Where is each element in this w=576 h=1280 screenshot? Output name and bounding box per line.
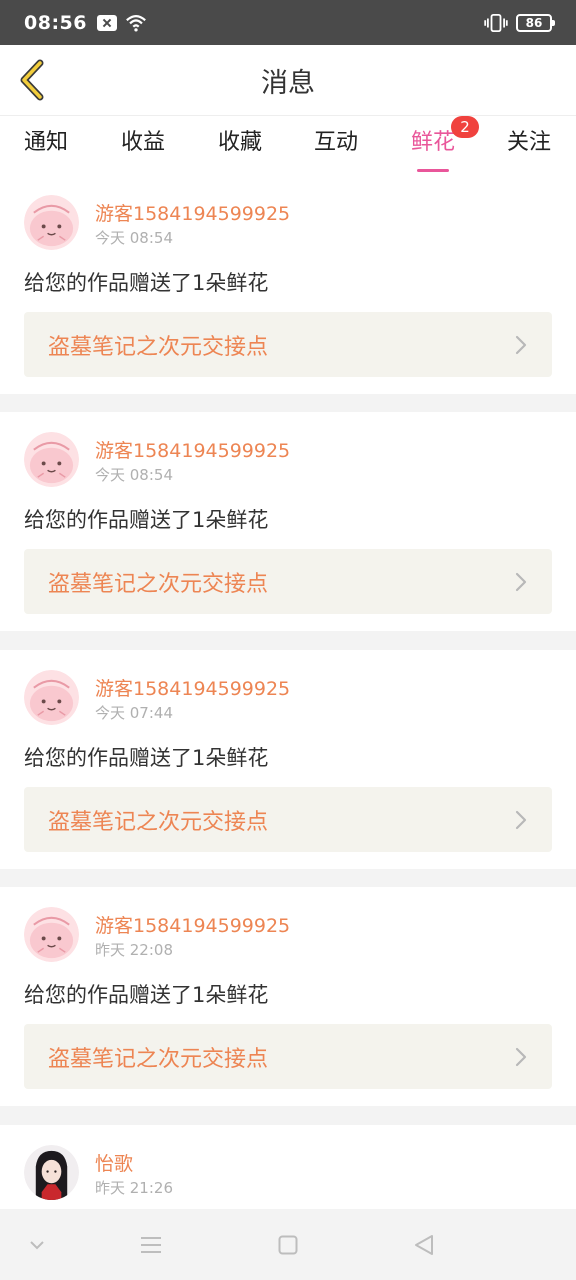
message-time: 今天 08:54 [95, 466, 173, 484]
work-title: 盗墓笔记之次元交接点 [48, 809, 269, 835]
status-bar: 08:56 86 [0, 0, 576, 45]
message-card: 游客1584194599925 今天 08:54 给您的作品赠送了1朵鲜花 盗墓… [0, 412, 576, 631]
vibrate-icon [484, 13, 508, 32]
tab-earnings[interactable]: 收益 [121, 124, 165, 168]
work-title: 盗墓笔记之次元交接点 [48, 571, 269, 597]
tab-favorites[interactable]: 收藏 [218, 124, 262, 168]
battery-level: 86 [525, 15, 543, 30]
message-card: 游客1584194599925 今天 08:54 给您的作品赠送了1朵鲜花 盗墓… [0, 175, 576, 394]
nav-collapse-button[interactable] [19, 1227, 55, 1263]
message-text: 给您的作品赠送了1朵鲜花 [24, 508, 269, 532]
back-button[interactable] [12, 55, 52, 105]
tab-label: 通知 [23, 130, 69, 155]
tab-interactions[interactable]: 互动 [314, 124, 358, 168]
work-title: 盗墓笔记之次元交接点 [48, 1046, 269, 1072]
nav-back-button[interactable] [406, 1227, 442, 1263]
system-nav-bar [0, 1209, 576, 1280]
status-time: 08:56 [24, 11, 87, 34]
wifi-icon [126, 14, 146, 32]
tab-label: 收藏 [217, 130, 263, 155]
nav-menu-button[interactable] [133, 1227, 169, 1263]
app-root: 08:56 86 消息 通知 收益 收藏 互动 鲜花 2 关注 游客158419… [0, 0, 576, 1280]
tab-label: 互动 [313, 130, 359, 155]
work-title: 盗墓笔记之次元交接点 [48, 334, 269, 360]
chevron-right-icon [515, 572, 527, 591]
notification-icon [96, 14, 117, 31]
message-text: 给您的作品赠送了1朵鲜花 [24, 746, 269, 770]
unread-badge: 2 [450, 116, 479, 138]
tab-label: 关注 [506, 130, 552, 155]
message-text: 给您的作品赠送了1朵鲜花 [24, 983, 269, 1007]
tab-following[interactable]: 关注 [507, 124, 551, 168]
page-title: 消息 [261, 67, 315, 99]
work-link[interactable]: 盗墓笔记之次元交接点 [24, 1024, 552, 1089]
sender-name[interactable]: 游客1584194599925 [95, 436, 290, 463]
work-link[interactable]: 盗墓笔记之次元交接点 [24, 787, 552, 852]
tab-label: 收益 [120, 130, 166, 155]
message-time: 昨天 21:26 [95, 1179, 173, 1197]
sender-name[interactable]: 游客1584194599925 [95, 199, 290, 226]
nav-home-button[interactable] [270, 1227, 306, 1263]
chevron-right-icon [515, 810, 527, 829]
sender-name[interactable]: 游客1584194599925 [95, 674, 290, 701]
home-square-icon [278, 1235, 298, 1255]
user-avatar[interactable] [24, 1145, 79, 1200]
battery-icon: 86 [516, 13, 555, 32]
guest-avatar[interactable] [24, 907, 79, 962]
message-text: 给您的作品赠送了1朵鲜花 [24, 271, 269, 295]
guest-avatar[interactable] [24, 195, 79, 250]
active-tab-indicator [416, 169, 449, 172]
header: 消息 [0, 45, 576, 115]
back-arrow-icon [20, 59, 44, 101]
chevron-right-icon [515, 1047, 527, 1066]
status-right: 86 [484, 13, 555, 32]
guest-avatar[interactable] [24, 432, 79, 487]
work-link[interactable]: 盗墓笔记之次元交接点 [24, 549, 552, 614]
chevron-right-icon [515, 335, 527, 354]
tab-label: 鲜花 [410, 130, 456, 155]
sender-name[interactable]: 怡歌 [95, 1149, 133, 1176]
message-card: 游客1584194599925 今天 07:44 给您的作品赠送了1朵鲜花 盗墓… [0, 650, 576, 869]
guest-avatar[interactable] [24, 670, 79, 725]
message-card: 游客1584194599925 昨天 22:08 给您的作品赠送了1朵鲜花 盗墓… [0, 887, 576, 1106]
chevron-down-icon [30, 1241, 44, 1250]
message-time: 今天 08:54 [95, 229, 173, 247]
tab-bar: 通知 收益 收藏 互动 鲜花 2 关注 [0, 115, 576, 175]
message-time: 今天 07:44 [95, 704, 173, 722]
tab-notice[interactable]: 通知 [24, 124, 68, 168]
work-link[interactable]: 盗墓笔记之次元交接点 [24, 312, 552, 377]
tab-flowers[interactable]: 鲜花 2 [410, 116, 479, 172]
sender-name[interactable]: 游客1584194599925 [95, 911, 290, 938]
triangle-back-icon [415, 1235, 433, 1255]
menu-icon [141, 1237, 161, 1253]
message-time: 昨天 22:08 [95, 941, 173, 959]
